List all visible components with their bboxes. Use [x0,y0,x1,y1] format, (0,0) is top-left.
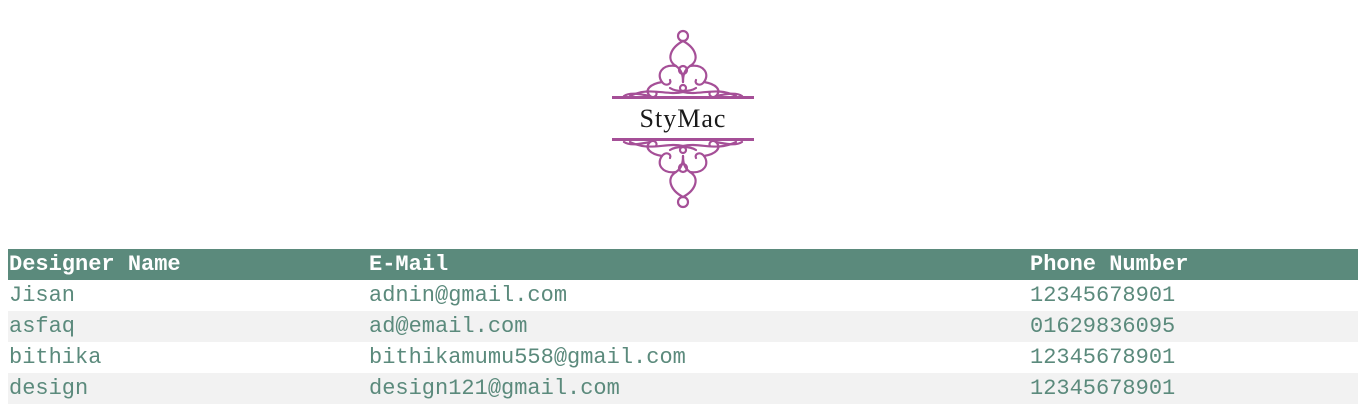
brand-logo: StyMac [610,26,756,212]
email-cell: ad@email.com [368,311,1029,342]
table-row: asfaq ad@email.com 01629836095 [8,311,1358,342]
designer-name-cell: asfaq [8,311,368,342]
phone-cell: 12345678901 [1030,283,1176,308]
designer-name-cell: bithika [9,345,102,370]
phone-cell: 12345678901 [1029,373,1358,404]
brand-name: StyMac [639,104,727,133]
phone-cell: 12345678901 [1030,345,1176,370]
email-cell: bithikamumu558@gmail.com [369,345,686,370]
designers-table: Designer Name E-Mail Phone Number Jisan … [8,249,1358,404]
column-header-designer-name: Designer Name [8,249,368,280]
column-header-email: E-Mail [368,249,1029,280]
column-header-phone-number: Phone Number [1029,249,1358,280]
table-row: bithika bithikamumu558@gmail.com 1234567… [8,342,1358,373]
email-cell: adnin@gmail.com [369,283,568,308]
designer-name-cell: design [8,373,368,404]
phone-cell: 01629836095 [1029,311,1358,342]
designer-name-cell: Jisan [9,283,76,308]
email-cell: design121@gmail.com [368,373,1029,404]
table-row: Jisan adnin@gmail.com 12345678901 [8,280,1358,311]
table-header-row: Designer Name E-Mail Phone Number [8,249,1358,280]
table-row: design design121@gmail.com 12345678901 [8,373,1358,404]
